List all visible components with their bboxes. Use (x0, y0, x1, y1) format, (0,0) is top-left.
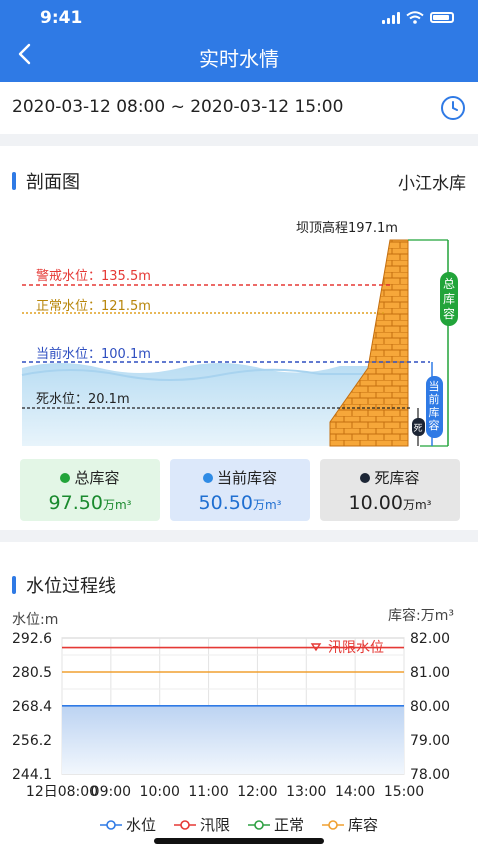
process-section-header: 水位过程线 (12, 572, 116, 598)
blue-dot-icon (202, 472, 213, 483)
home-indicator (154, 838, 324, 844)
legend-label: 正常 (274, 816, 305, 834)
left-axis-tick: 280.5 (12, 665, 52, 681)
left-axis-tick: 268.4 (12, 699, 52, 715)
left-axis-title: 水位:m (12, 612, 58, 628)
svg-text:总: 总 (443, 277, 455, 291)
time-range-text: 2020-03-12 08:00 ~ 2020-03-12 15:00 (12, 97, 344, 117)
battery-icon (430, 12, 454, 23)
process-title: 水位过程线 (26, 576, 116, 597)
right-axis-tick: 80.00 (410, 699, 450, 715)
right-axis-tick: 79.00 (410, 733, 450, 749)
flood-limit-label: 汛限水位 (328, 640, 384, 656)
water-level-area (62, 705, 404, 774)
green-dot-icon (60, 472, 71, 483)
legend-label: 库容 (348, 816, 379, 834)
svg-text:死: 死 (413, 423, 422, 434)
x-axis-tick: 12:00 (237, 784, 277, 800)
profile-title: 剖面图 (26, 172, 80, 193)
x-axis-tick: 15:00 (384, 784, 424, 800)
reservoir-name: 小江水库 (398, 174, 466, 194)
x-axis-tick: 09:00 (91, 784, 131, 800)
stat-total-storage: 总库容 97.50万m³ (20, 459, 160, 521)
normal-level-label: 正常水位：121.5m (36, 299, 151, 314)
legend-item[interactable]: 汛限 (173, 814, 230, 835)
stat-dead-storage: 死库容 10.00万m³ (320, 459, 460, 521)
x-axis-tick: 13:00 (286, 784, 326, 800)
legend-item[interactable]: 正常 (248, 814, 304, 835)
svg-text:前: 前 (429, 392, 440, 406)
warning-level-label: 警戒水位：135.5m (36, 268, 151, 284)
right-axis-tick: 78.00 (410, 767, 450, 783)
svg-text:容: 容 (429, 418, 440, 432)
section-accent-bar (12, 172, 16, 190)
dam-body (329, 239, 409, 447)
status-icons (382, 11, 454, 24)
legend-item[interactable]: 库容 (322, 814, 378, 835)
profile-section-header: 剖面图 (12, 168, 80, 194)
status-time: 9:41 (40, 8, 83, 28)
stat-value: 97.50 (48, 492, 103, 514)
wifi-icon (406, 11, 424, 24)
right-axis-tick: 81.00 (410, 665, 450, 681)
stat-label: 总库容 (74, 469, 120, 487)
section-accent-bar (12, 576, 16, 594)
left-axis-tick: 256.2 (12, 733, 52, 749)
time-range-bar[interactable]: 2020-03-12 08:00 ~ 2020-03-12 15:00 (0, 82, 478, 134)
stat-label: 死库容 (374, 469, 420, 487)
legend-line-icon (173, 819, 196, 830)
legend-line-icon (322, 819, 345, 830)
legend-line-icon (248, 819, 270, 830)
x-axis-tick: 11:00 (188, 784, 228, 800)
page-title: 实时水情 (199, 47, 279, 71)
legend-label: 水位 (125, 816, 156, 834)
dam-profile-diagram: 坝顶高程197.1m 警戒水位：135.5m 正常水位：121.5m 当前水位：… (21, 220, 458, 447)
left-axis-tick: 292.6 (12, 631, 52, 647)
water-level-chart: 水位:m 库容:万m³ 292.6 280.5 268.4 256.2 244.1 82.… (12, 607, 454, 800)
svg-text:当: 当 (429, 379, 440, 393)
legend-item[interactable]: 水位 (99, 814, 156, 835)
right-axis-title: 库容:万m³ (388, 607, 454, 624)
current-level-label: 当前水位：100.1m (36, 346, 151, 362)
legend-label: 汛限 (199, 816, 230, 834)
stat-unit: 万m³ (102, 498, 132, 512)
svg-text:容: 容 (443, 306, 455, 321)
stat-value: 50.50 (198, 492, 253, 514)
dark-dot-icon (360, 472, 371, 483)
dead-level-label: 死水位：20.1m (36, 392, 130, 407)
stat-value: 10.00 (348, 492, 403, 514)
chart-legend: 水位 汛限 正常 库容 (0, 814, 478, 835)
x-axis-tick: 10:00 (140, 784, 180, 800)
clock-icon[interactable] (440, 95, 466, 125)
dam-crest-label: 坝顶高程197.1m (296, 220, 398, 236)
stat-label: 当前库容 (216, 469, 277, 487)
legend-line-icon (99, 819, 122, 830)
stat-unit: 万m³ (402, 498, 432, 512)
stat-unit: 万m³ (252, 498, 282, 512)
x-axis-tick: 14:00 (335, 784, 375, 800)
left-axis-tick: 244.1 (12, 767, 52, 783)
svg-text:库: 库 (429, 406, 440, 419)
right-axis-tick: 82.00 (410, 631, 450, 647)
svg-text:库: 库 (443, 291, 455, 306)
x-axis-tick: 12日08:00 (26, 784, 98, 800)
cellular-signal-icon (382, 11, 400, 24)
app-header: 9:41 实时水情 (0, 0, 478, 82)
stat-current-storage: 当前库容 50.50万m³ (170, 459, 310, 521)
